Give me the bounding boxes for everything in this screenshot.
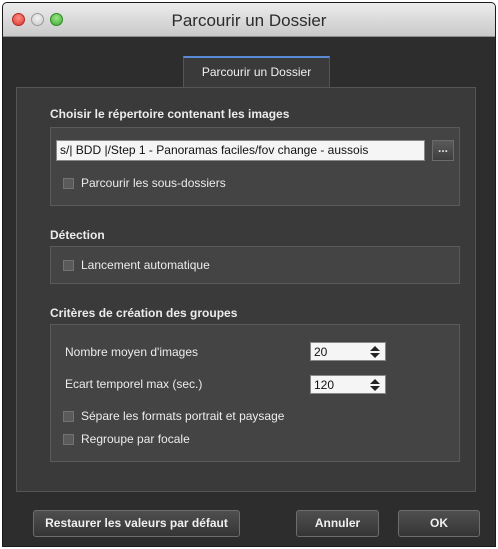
browse-button[interactable]: ... [432,140,454,161]
stepper-arrows-icon[interactable] [369,346,380,358]
ok-button[interactable]: OK [398,510,480,537]
group-by-focal-checkbox-row[interactable]: Regroupe par focale [63,432,363,448]
directory-group [50,127,460,206]
window-title: Parcourir un Dossier [171,11,327,30]
separate-formats-label: Sépare les formats portrait et paysage [81,409,285,423]
auto-launch-checkbox-row[interactable]: Lancement automatique [63,258,363,274]
directory-section-title: Choisir le répertoire contenant les imag… [50,107,290,121]
avg-images-label: Nombre moyen d'images [65,345,199,359]
restore-defaults-button[interactable]: Restaurer les valeurs par défaut [33,510,240,537]
directory-path-input[interactable]: s/| BDD |/Step 1 - Panoramas faciles/fov… [56,140,425,161]
avg-images-stepper[interactable]: 20 [310,342,386,361]
time-gap-stepper[interactable]: 120 [310,375,386,394]
detection-section-title: Détection [50,228,105,242]
tab-parcourir-dossier[interactable]: Parcourir un Dossier [183,56,330,87]
time-gap-value[interactable]: 120 [314,378,334,392]
title-bar[interactable]: Parcourir un Dossier [3,3,495,37]
group-by-focal-checkbox[interactable] [63,434,74,445]
groups-section-title: Critères de création des groupes [50,306,238,320]
subfolders-checkbox[interactable] [63,178,74,189]
subfolders-label: Parcourir les sous-dossiers [81,176,226,190]
auto-launch-checkbox[interactable] [63,260,74,271]
group-by-focal-label: Regroupe par focale [81,432,190,446]
auto-launch-label: Lancement automatique [81,258,210,272]
subfolders-checkbox-row[interactable]: Parcourir les sous-dossiers [63,176,363,192]
separate-formats-checkbox[interactable] [63,411,74,422]
cancel-button[interactable]: Annuler [296,510,379,537]
time-gap-label: Ecart temporel max (sec.) [65,377,203,391]
avg-images-value[interactable]: 20 [314,345,327,359]
separate-formats-checkbox-row[interactable]: Sépare les formats portrait et paysage [63,409,363,425]
stepper-arrows-icon[interactable] [369,379,380,391]
